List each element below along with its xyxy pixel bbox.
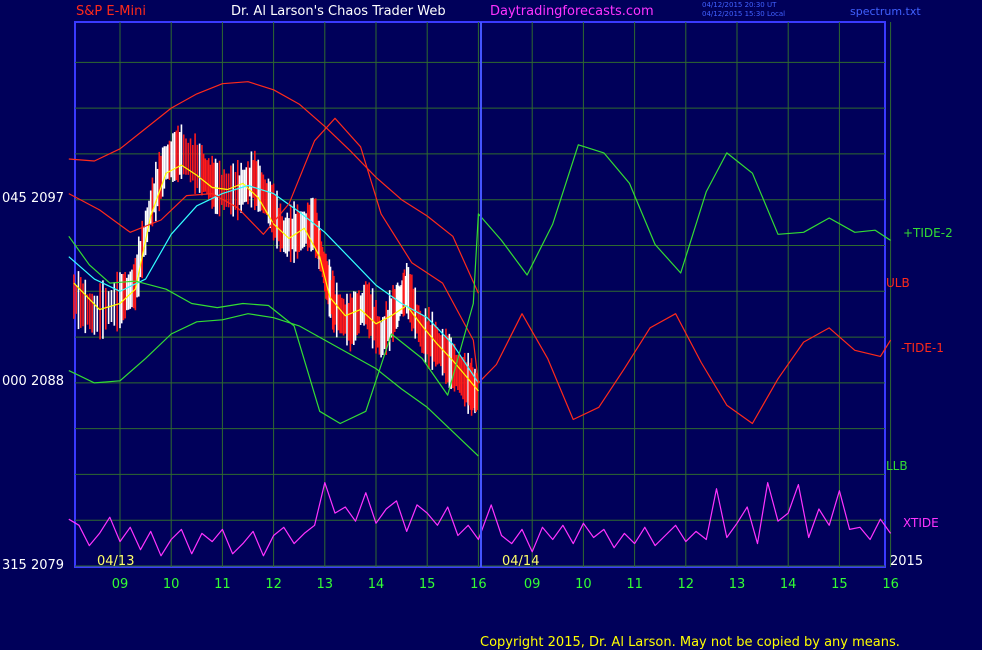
x-tick-label: 11	[626, 577, 643, 592]
label-xtide: XTIDE	[903, 516, 939, 530]
site-title: Dr. Al Larson's Chaos Trader Web	[231, 4, 446, 19]
x-tick-label: 12	[677, 577, 695, 592]
date-label-day2: 04/14	[502, 554, 540, 569]
label-ulb: ULB	[886, 276, 910, 290]
x-tick-label: 15	[418, 577, 436, 592]
label-tide-2: +TIDE-2	[903, 226, 953, 240]
x-tick-label: 11	[214, 577, 231, 592]
y-label-left: 045	[2, 191, 27, 206]
x-tick-label: 12	[265, 577, 282, 592]
site-url-link[interactable]: Daytradingforecasts.com	[490, 4, 654, 19]
date-label-day1: 04/13	[97, 554, 135, 569]
timestamp-ut: 04/12/2015 20:30 UT	[702, 1, 777, 9]
source-file-label: spectrum.txt	[850, 5, 921, 18]
label-llb: LLB	[886, 459, 908, 473]
timestamp-local: 04/12/2015 15:30 Local	[702, 10, 786, 18]
x-tick-label: 09	[523, 577, 541, 592]
y-label-right: 2097	[30, 191, 65, 206]
x-tick-label: 15	[831, 577, 848, 592]
x-tick-label: 13	[316, 577, 334, 592]
year-label: 2015	[890, 554, 924, 569]
y-label-right: 2079	[30, 558, 65, 573]
chart-canvas: S&P E-Mini Dr. Al Larson's Chaos Trader …	[0, 0, 982, 650]
y-label-left: 000	[2, 374, 27, 389]
y-label-right: 2088	[30, 374, 65, 389]
y-label-2079: 315 2079	[2, 558, 64, 573]
x-tick-label: 09	[111, 577, 129, 592]
x-tick-label: 16	[470, 577, 487, 592]
x-tick-label: 16	[882, 577, 899, 592]
x-tick-label: 10	[575, 577, 592, 592]
y-label-left: 315	[2, 558, 27, 573]
chart-plot	[68, 21, 892, 568]
x-tick-label: 14	[367, 577, 385, 592]
x-tick-label: 13	[728, 577, 746, 592]
copyright-notice: Copyright 2015, Dr. Al Larson. May not b…	[480, 635, 900, 650]
x-tick-label: 14	[779, 577, 797, 592]
symbol-title: S&P E-Mini	[76, 4, 146, 19]
label-tide-1: -TIDE-1	[901, 341, 944, 355]
y-label-2088: 000 2088	[2, 374, 64, 389]
y-label-2097: 045 2097	[2, 191, 64, 206]
x-tick-label: 10	[162, 577, 180, 592]
